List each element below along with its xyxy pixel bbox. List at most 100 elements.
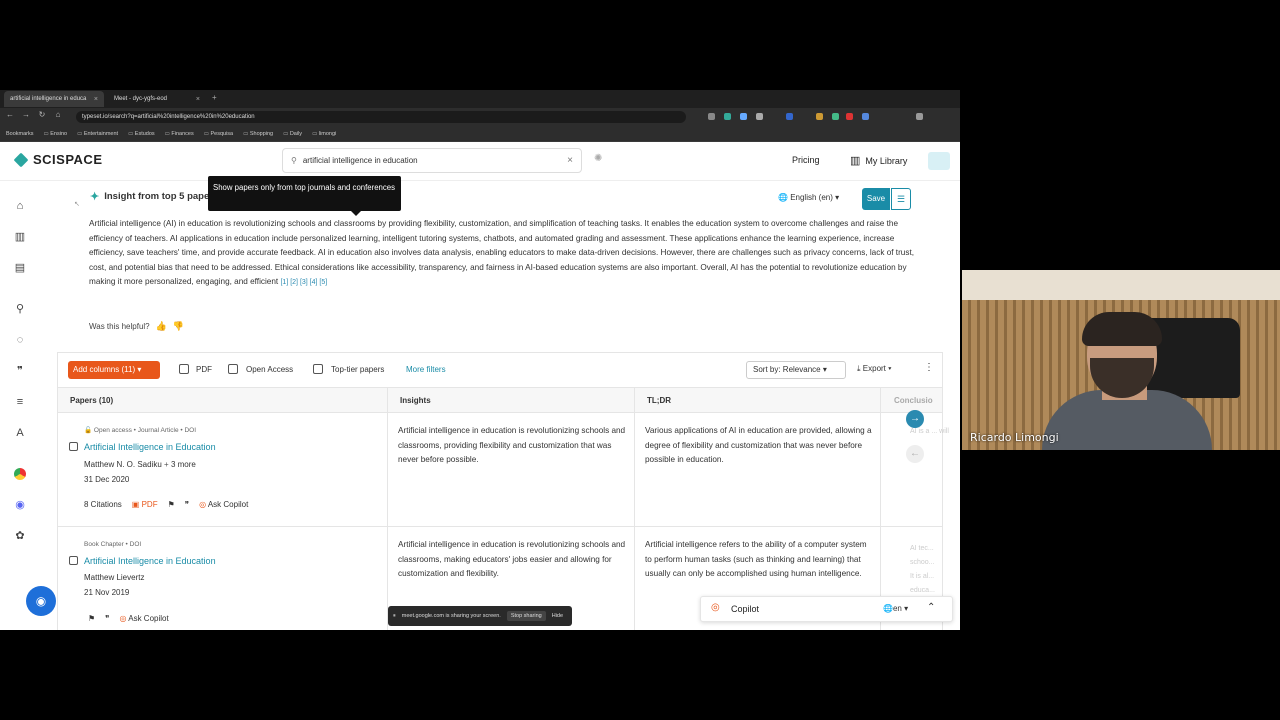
bookmark-folder[interactable]: Shopping — [243, 131, 273, 137]
bookmark-folder[interactable]: Finances — [165, 131, 193, 137]
lightbulb-icon[interactable]: ✺ — [594, 153, 602, 164]
bookmark-folder[interactable]: Pesquisa — [204, 131, 233, 137]
profile-icon[interactable] — [916, 113, 923, 120]
back-icon[interactable]: ← — [4, 110, 16, 119]
extension-icon[interactable] — [846, 113, 853, 120]
reload-icon[interactable]: ↻ — [36, 110, 48, 119]
bookmark-icon[interactable]: ⚑ — [168, 500, 175, 509]
quote-icon[interactable]: ❞ — [185, 500, 189, 509]
scispace-logo[interactable]: SCISPACE — [13, 152, 103, 167]
account-fab[interactable]: ◉ — [26, 586, 56, 616]
library-icon[interactable]: ▥ — [12, 229, 28, 245]
hide-button[interactable]: Hide — [552, 613, 563, 619]
new-tab-icon[interactable]: + — [212, 93, 217, 102]
stop-sharing-button[interactable]: Stop sharing — [506, 611, 546, 621]
home-icon[interactable]: ⌂ — [12, 198, 28, 214]
download-icon: ⤓ — [857, 364, 861, 373]
home-icon[interactable]: ⌂ — [52, 110, 64, 119]
sidebar: ⌂ ▥ ▤ ⚲ ◌ ❞ ≡ A ◉ ✿ — [0, 180, 40, 630]
add-columns-button[interactable]: Add columns (11) ▾ — [68, 361, 160, 379]
extension-icon[interactable] — [756, 113, 763, 120]
sort-select[interactable]: Sort by: Relevance ▾ — [746, 361, 846, 379]
col-insights[interactable]: Insights — [400, 396, 431, 405]
chat-icon[interactable]: ◌ — [12, 332, 28, 348]
language-select[interactable]: 🌐 English (en) ▾ — [778, 193, 839, 202]
tldr-cell: Artificial intelligence refers to the ab… — [645, 540, 867, 578]
col-tldr[interactable]: TL;DR — [647, 396, 671, 405]
extension-icon[interactable] — [862, 113, 869, 120]
top-tier-checkbox[interactable] — [313, 364, 323, 374]
save-button[interactable]: Save — [862, 188, 890, 210]
scroll-left-icon[interactable]: ← — [906, 445, 924, 463]
export-label: Export — [862, 364, 886, 373]
extension-icon[interactable] — [786, 113, 793, 120]
copilot-language[interactable]: 🌐en ▾ — [883, 604, 908, 613]
paper-authors[interactable]: Matthew Lievertz — [84, 573, 144, 582]
address-bar[interactable]: typeset.io/search?q=artificial%20intelli… — [76, 111, 686, 123]
forward-icon[interactable]: → — [20, 110, 32, 119]
copilot-panel[interactable]: ◎ Copilot 🌐en ▾ ⌃ — [700, 596, 953, 622]
cursor-icon: ↖ — [74, 201, 80, 208]
thumbs-up-icon[interactable]: 👍 — [156, 321, 167, 332]
bookmark-folder[interactable]: Daily — [283, 131, 302, 137]
openai-icon[interactable]: ✿ — [12, 528, 28, 544]
more-authors[interactable]: 3 more — [171, 460, 196, 469]
tab-scispace[interactable]: artificial intelligence in educa × — [4, 91, 104, 107]
row-checkbox[interactable] — [69, 442, 78, 451]
extension-icon[interactable] — [832, 113, 839, 120]
export-button[interactable]: ⤓ Export ▾ — [857, 364, 892, 374]
pdf-label: PDF — [141, 500, 158, 509]
notebook-icon[interactable]: ▤ — [12, 260, 28, 276]
chevron-up-icon[interactable]: ⌃ — [927, 602, 935, 613]
bookmark-item[interactable]: Bookmarks — [6, 131, 34, 137]
paper-title[interactable]: Artificial Intelligence in Education — [84, 442, 216, 452]
more-icon[interactable]: ⋮ — [924, 362, 934, 373]
quote-icon[interactable]: ❞ — [105, 614, 109, 623]
tab-label: Meet - dyc-ygfs-eod — [114, 96, 168, 102]
list-icon[interactable]: ≡ — [12, 394, 28, 410]
avatar[interactable] — [928, 152, 950, 170]
share-message: meet.google.com is sharing your screen. — [401, 613, 501, 619]
scroll-right-icon[interactable]: → — [906, 410, 924, 428]
extension-icon[interactable] — [708, 113, 715, 120]
col-conclusion[interactable]: Conclusio — [894, 396, 933, 405]
clear-icon[interactable]: × — [567, 155, 573, 166]
close-icon[interactable]: × — [196, 96, 200, 103]
open-access-label: Open Access — [246, 365, 294, 374]
author-name[interactable]: Matthew N. O. Sadiku — [84, 460, 162, 469]
extension-icon[interactable] — [724, 113, 731, 120]
extension-icon[interactable] — [740, 113, 747, 120]
paper-title[interactable]: Artificial Intelligence in Education — [84, 556, 216, 566]
translate-icon[interactable]: A — [12, 425, 28, 441]
copilot-lang: en — [892, 604, 902, 613]
extension-icon[interactable] — [816, 113, 823, 120]
bookmark-folder[interactable]: Entertainment — [77, 131, 118, 137]
close-icon[interactable]: × — [94, 96, 98, 103]
open-access-checkbox[interactable] — [228, 364, 238, 374]
quote-icon[interactable]: ❞ — [12, 363, 28, 379]
chrome-icon[interactable] — [12, 466, 28, 482]
webcam-person — [1082, 312, 1162, 346]
more-filters-link[interactable]: More filters — [406, 365, 446, 374]
row-checkbox[interactable] — [69, 556, 78, 565]
citations-count[interactable]: 8 Citations — [84, 500, 122, 509]
tab-meet[interactable]: Meet - dyc-ygfs-eod × — [108, 91, 206, 107]
insight-refs[interactable]: [1] [2] [3] [4] [5] — [280, 279, 327, 286]
ask-copilot-button[interactable]: Ask Copilot — [119, 614, 168, 623]
pdf-link[interactable]: ▣ PDF — [132, 500, 158, 509]
pricing-link[interactable]: Pricing — [792, 155, 820, 165]
my-library-button[interactable]: ▥ My Library — [850, 154, 907, 167]
list-icon[interactable]: ☰ — [891, 188, 911, 210]
search-input[interactable]: ⚲ artificial intelligence in education × — [282, 148, 582, 173]
bookmark-folder[interactable]: limongi — [312, 131, 336, 137]
search-icon[interactable]: ⚲ — [12, 301, 28, 317]
participant-name: Ricardo Limongi — [970, 431, 1059, 444]
thumbs-down-icon[interactable]: 👎 — [173, 321, 184, 332]
bookmark-folder[interactable]: Ensino — [44, 131, 67, 137]
bookmark-folder[interactable]: Estudos — [128, 131, 155, 137]
pdf-checkbox[interactable] — [179, 364, 189, 374]
ask-copilot-button[interactable]: Ask Copilot — [199, 500, 248, 509]
bookmark-icon[interactable]: ⚑ — [88, 614, 95, 623]
col-papers[interactable]: Papers (10) — [70, 396, 113, 405]
discord-icon[interactable]: ◉ — [12, 497, 28, 513]
